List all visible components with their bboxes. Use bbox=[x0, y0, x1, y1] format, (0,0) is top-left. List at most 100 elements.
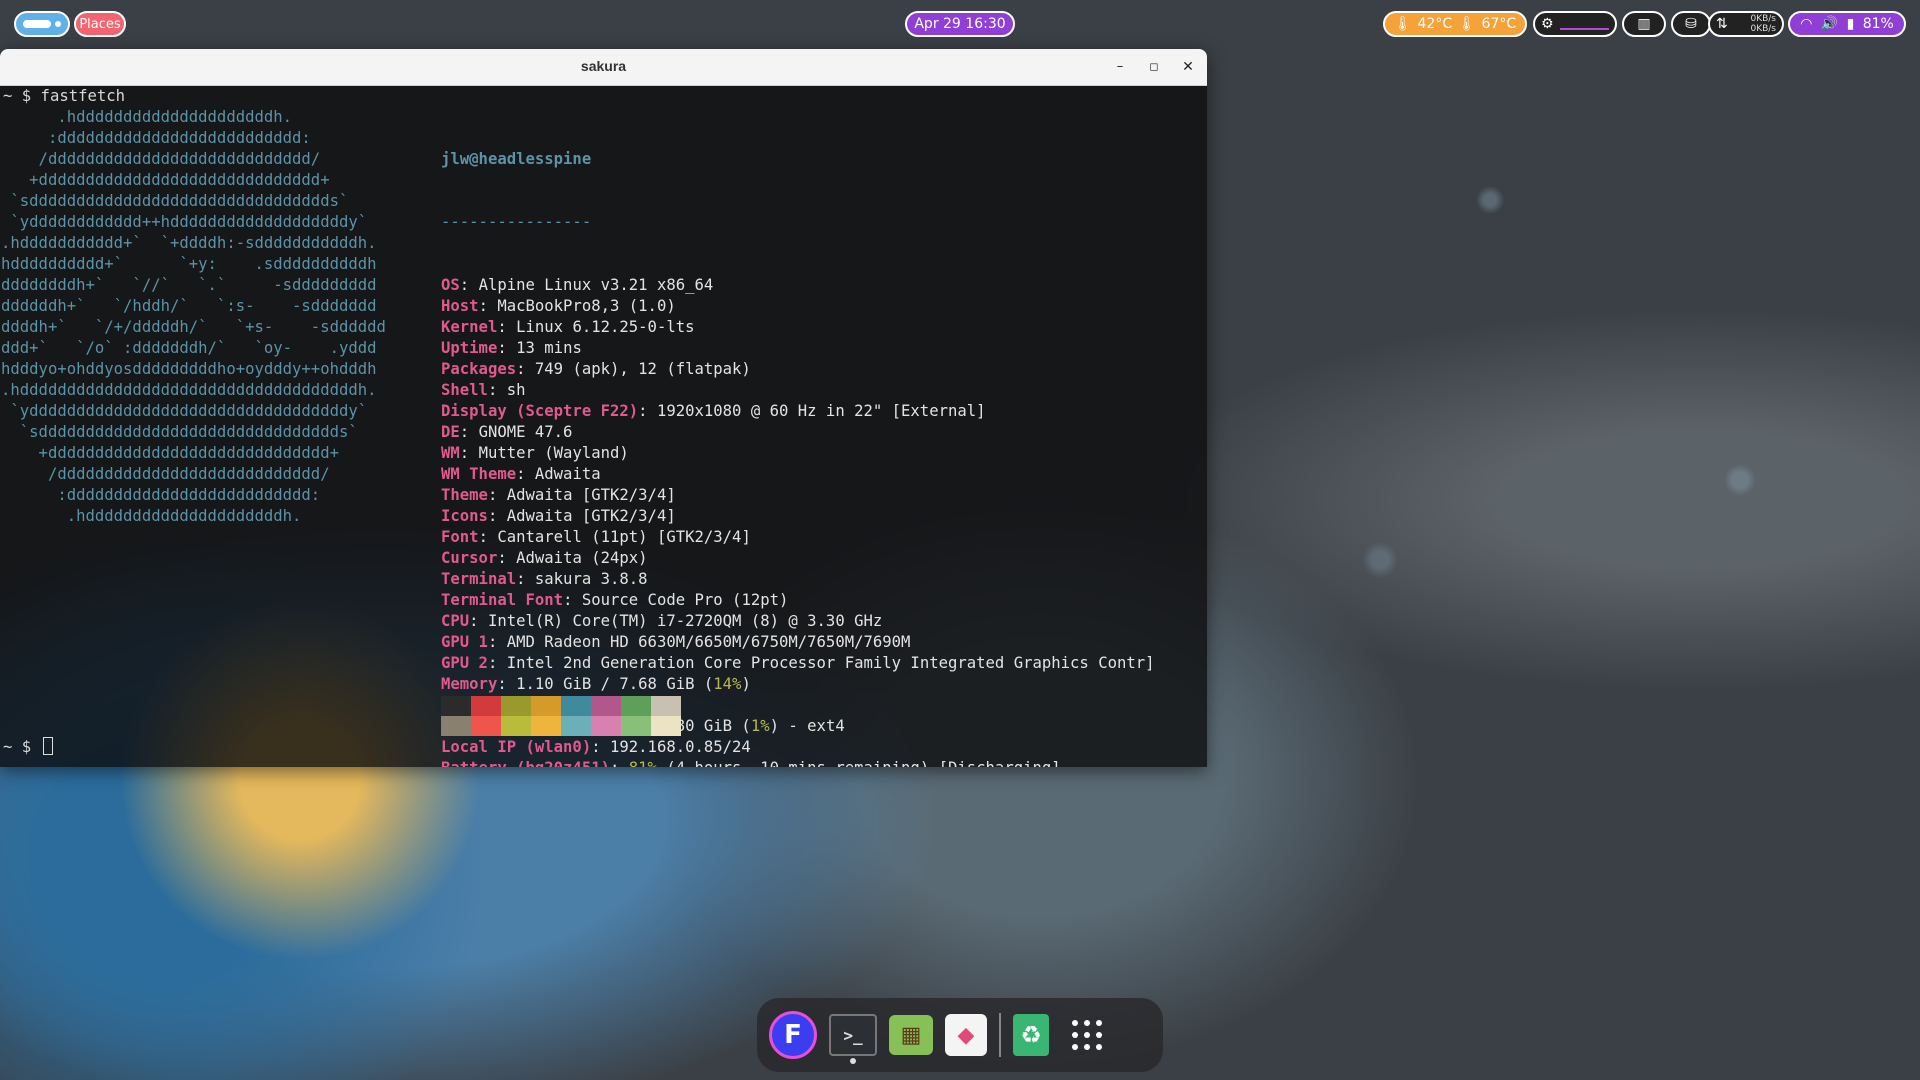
cpu-graph bbox=[1559, 18, 1609, 30]
system-info: jlw@headlesspine ---------------- OS: Al… bbox=[441, 107, 1155, 767]
disk-icon: ⛁ bbox=[1685, 16, 1697, 32]
text-cursor bbox=[42, 737, 53, 755]
palette-swatch bbox=[471, 716, 501, 736]
disk-indicator[interactable]: ⛁ bbox=[1671, 11, 1711, 37]
temp-1-label: 42°C bbox=[1417, 16, 1453, 32]
info-value: MacBookPro8,3 (1.0) bbox=[497, 297, 676, 315]
net-up-label: 0KB/s bbox=[1750, 14, 1776, 24]
terminal-window[interactable]: sakura – ◻ ✕ ~ $ fastfetch .hddddddddddd… bbox=[0, 49, 1207, 767]
info-row: Kernel: Linux 6.12.25-0-lts bbox=[441, 318, 695, 336]
cpu-icon: ⚙ bbox=[1541, 16, 1554, 32]
active-workspace-dot bbox=[23, 20, 51, 28]
palette-swatch bbox=[561, 716, 591, 736]
info-value: Alpine Linux v3.21 x86_64 bbox=[478, 276, 714, 294]
info-key: Icons bbox=[441, 507, 488, 525]
palette-swatch bbox=[621, 716, 651, 736]
info-key: Host bbox=[441, 297, 479, 315]
app-grid-icon bbox=[1072, 1020, 1102, 1050]
info-value: 13 mins bbox=[516, 339, 582, 357]
info-value: Adwaita bbox=[534, 465, 601, 483]
info-key: Local IP (wlan0) bbox=[441, 738, 592, 756]
show-apps-button[interactable] bbox=[1061, 1009, 1113, 1061]
info-value: 192.168.0.85/24 bbox=[610, 738, 751, 756]
memory-icon: ▥ bbox=[1637, 16, 1651, 32]
info-key: WM bbox=[441, 444, 460, 462]
net-speeds: 0KB/s 0KB/s bbox=[1750, 14, 1776, 34]
info-row: Display (Sceptre F22): 1920x1080 @ 60 Hz… bbox=[441, 402, 986, 420]
palette-swatch bbox=[441, 716, 471, 736]
wifi-icon: ◠ bbox=[1800, 16, 1813, 32]
info-key: Uptime bbox=[441, 339, 498, 357]
terminal-glyph: >_ bbox=[843, 1025, 863, 1045]
running-indicator bbox=[850, 1058, 856, 1064]
info-value: Source Code Pro (12pt) bbox=[581, 591, 789, 609]
cpu-indicator[interactable]: ⚙ bbox=[1533, 11, 1617, 37]
thermometer-icon: 🌡 bbox=[1457, 16, 1476, 32]
info-row: Battery (bq20z451): 81% (4 hours, 10 min… bbox=[441, 758, 1155, 767]
info-key: Cursor bbox=[441, 549, 498, 567]
memory-indicator[interactable]: ▥ bbox=[1622, 11, 1666, 37]
info-row: Terminal Font: Source Code Pro (12pt) bbox=[441, 591, 789, 609]
battery-label: 81% bbox=[1862, 16, 1894, 32]
info-row: Theme: Adwaita [GTK2/3/4] bbox=[441, 486, 676, 504]
info-value: GNOME 47.6 bbox=[478, 423, 573, 441]
info-highlight: 81% bbox=[629, 759, 657, 767]
info-key: Theme bbox=[441, 486, 488, 504]
info-row: GPU 1: AMD Radeon HD 6630M/6650M/6750M/7… bbox=[441, 633, 911, 651]
info-value: AMD Radeon HD 6630M/6650M/6750M/7650M/76… bbox=[506, 633, 911, 651]
info-key: DE bbox=[441, 423, 460, 441]
info-value: Cantarell (11pt) [GTK2/3/4] bbox=[497, 528, 751, 546]
terminal-content[interactable]: ~ $ fastfetch .hdddddddddddddddddddddh. … bbox=[0, 86, 1207, 767]
system-status-menu[interactable]: ◠ 🔊 ▮ 81% bbox=[1788, 11, 1906, 37]
info-row: OS: Alpine Linux v3.21 x86_64 bbox=[441, 276, 714, 294]
info-key: Memory bbox=[441, 675, 498, 693]
close-button[interactable]: ✕ bbox=[1178, 57, 1198, 77]
palette-swatch bbox=[651, 716, 681, 736]
info-value: Adwaita [GTK2/3/4] bbox=[506, 507, 676, 525]
dock-separator bbox=[999, 1013, 1001, 1057]
info-key: Packages bbox=[441, 360, 517, 378]
terminal-app-icon[interactable]: >_ bbox=[829, 1014, 877, 1064]
info-row: Local IP (wlan0): 192.168.0.85/24 bbox=[441, 738, 751, 756]
info-key: Shell bbox=[441, 381, 488, 399]
info-row: Shell: sh bbox=[441, 381, 526, 399]
window-titlebar[interactable]: sakura – ◻ ✕ bbox=[0, 49, 1207, 86]
clock-button[interactable]: Apr 29 16:30 bbox=[905, 11, 1015, 37]
info-key: Terminal bbox=[441, 570, 517, 588]
minimize-button[interactable]: – bbox=[1110, 57, 1130, 77]
info-key: WM Theme bbox=[441, 465, 517, 483]
info-value: Intel(R) Core(TM) i7-2720QM (8) @ 3.30 G… bbox=[487, 612, 883, 630]
palette-swatch bbox=[531, 716, 561, 736]
info-row: WM Theme: Adwaita bbox=[441, 465, 601, 483]
info-value: sakura 3.8.8 bbox=[534, 570, 648, 588]
network-icon: ⇅ bbox=[1716, 16, 1728, 32]
flathub-app-icon[interactable]: F bbox=[769, 1011, 817, 1059]
maximize-button[interactable]: ◻ bbox=[1144, 57, 1164, 77]
info-value: Linux 6.12.25-0-lts bbox=[516, 318, 695, 336]
info-row: Cursor: Adwaita (24px) bbox=[441, 549, 648, 567]
info-row: Terminal: sakura 3.8.8 bbox=[441, 570, 648, 588]
temperature-indicator[interactable]: 🌡 42°C 🌡 67°C bbox=[1383, 11, 1527, 37]
info-row: WM: Mutter (Wayland) bbox=[441, 444, 629, 462]
top-panel: Places Apr 29 16:30 🌡 42°C 🌡 67°C ⚙ ▥ ⛁ … bbox=[0, 0, 1920, 48]
places-menu-button[interactable]: Places bbox=[74, 11, 126, 37]
info-row: Icons: Adwaita [GTK2/3/4] bbox=[441, 507, 676, 525]
info-row: Host: MacBookPro8,3 (1.0) bbox=[441, 297, 676, 315]
alpine-ascii-logo: .hdddddddddddddddddddddh. :ddddddddddddd… bbox=[1, 108, 386, 525]
color-palette bbox=[441, 696, 681, 736]
info-key: CPU bbox=[441, 612, 470, 630]
trash-app-icon[interactable]: ♻ bbox=[1013, 1014, 1049, 1056]
workspace-indicator[interactable] bbox=[14, 11, 70, 37]
dock: F >_ ▦ ◆ ♻ bbox=[757, 998, 1163, 1072]
clock-label: Apr 29 16:30 bbox=[914, 16, 1006, 32]
files-app-icon[interactable]: ▦ bbox=[889, 1015, 933, 1055]
info-value: Mutter (Wayland) bbox=[478, 444, 629, 462]
software-app-icon[interactable]: ◆ bbox=[945, 1014, 987, 1056]
info-value: 749 (apk), 12 (flatpak) bbox=[534, 360, 751, 378]
network-speed-indicator[interactable]: ⇅ 0KB/s 0KB/s bbox=[1708, 11, 1784, 37]
prompt: ~ $ bbox=[3, 738, 41, 756]
info-row: Memory: 1.10 GiB / 7.68 GiB (14%) bbox=[441, 675, 751, 693]
prompt-line[interactable]: ~ $ bbox=[3, 737, 53, 758]
volume-icon: 🔊 bbox=[1820, 16, 1839, 32]
info-suffix: (4 hours, 10 mins remaining) [Dischargin… bbox=[657, 759, 1060, 767]
